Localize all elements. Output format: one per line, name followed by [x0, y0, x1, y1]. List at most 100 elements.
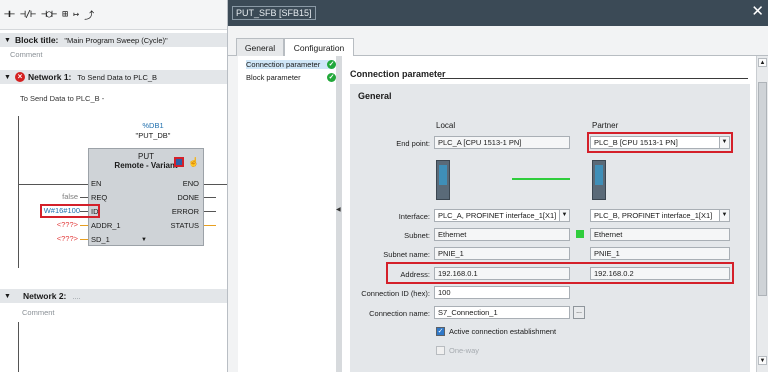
status-wire: [204, 225, 216, 226]
hand-cursor-icon: ☝: [188, 157, 200, 167]
coil-icon[interactable]: ⊣○⊢: [41, 9, 57, 20]
power-rail-2: [18, 322, 19, 372]
network1-label: Network 1:: [27, 72, 72, 82]
req-wire: [80, 197, 88, 198]
dialog-title-bar: PUT_SFB [SFB15] ✕: [228, 0, 768, 26]
close-branch-icon[interactable]: ⤴: [84, 7, 94, 22]
dropdown-arrow-icon[interactable]: ▼: [719, 210, 729, 221]
connection-link-line: [512, 178, 570, 180]
network1-comment[interactable]: To Send Data to PLC_B -: [20, 94, 104, 103]
open-branch-icon[interactable]: ↦: [73, 9, 79, 20]
db-instance-name[interactable]: "PUT_DB": [118, 131, 188, 140]
pin-sd1: SD_1: [91, 235, 110, 244]
network2-label: Network 2:: [22, 291, 67, 301]
collapse-left-icon[interactable]: ◀: [336, 206, 341, 213]
scroll-down-icon[interactable]: ▼: [758, 356, 767, 365]
network2-header[interactable]: ▼ Network 2: ....: [0, 289, 227, 303]
dropdown-arrow-icon[interactable]: ▼: [559, 210, 569, 221]
one-way-checkbox: ✓: [436, 346, 445, 355]
interface-local-value: PLC_A, PROFINET interface_1[X1]: [438, 211, 557, 220]
section-divider: [440, 78, 748, 79]
req-value[interactable]: false: [44, 192, 78, 201]
subnet-label: Subnet:: [404, 231, 430, 240]
pin-req: REQ: [91, 193, 108, 202]
connection-name-browse-button[interactable]: ...: [573, 306, 585, 319]
scroll-up-icon[interactable]: ▲: [758, 58, 767, 67]
section-title: Connection parameter: [350, 69, 446, 79]
done-wire: [204, 197, 216, 198]
tab-general[interactable]: General: [236, 38, 284, 56]
block-comment[interactable]: Comment: [10, 50, 43, 59]
connection-name-input[interactable]: S7_Connection_1: [434, 306, 570, 319]
panel-title: General: [358, 91, 392, 101]
network2-comment[interactable]: Comment: [22, 308, 55, 317]
normally-closed-contact-icon[interactable]: ⊣/⊢: [20, 9, 36, 20]
pin-addr1: ADDR_1: [91, 221, 121, 230]
block-title-value[interactable]: "Main Program Sweep (Cycle)": [64, 36, 167, 45]
network1-title[interactable]: To Send Data to PLC_B: [77, 73, 157, 82]
ladder-editor: ⊣⊢ ⊣/⊢ ⊣○⊢ ⊞ ↦ ⤴ ▼ Block title: "Main Pr…: [0, 0, 228, 372]
interface-partner-value: PLC_B, PROFINET interface_1[X1]: [594, 211, 713, 220]
error-wire: [204, 211, 216, 212]
nav-block-parameter[interactable]: Block parameter: [246, 73, 301, 82]
general-panel: General Local Partner End point: PLC_A […: [350, 84, 750, 372]
one-way-label: One-way: [449, 346, 480, 355]
connection-id-input[interactable]: 100: [434, 286, 570, 299]
active-connection-checkbox[interactable]: ✓: [436, 327, 445, 336]
column-local: Local: [436, 121, 456, 130]
interface-partner-select[interactable]: PLC_B, PROFINET interface_1[X1] ▼: [590, 209, 730, 222]
tab-configuration[interactable]: Configuration: [284, 38, 354, 57]
network1-header[interactable]: ▼ × Network 1: To Send Data to PLC_B: [0, 70, 227, 84]
pin-status: STATUS: [170, 221, 199, 230]
active-connection-label: Active connection establishment: [449, 327, 557, 336]
connection-id-label: Connection ID (hex):: [361, 289, 430, 298]
subnet-name-partner-field: PNIE_1: [590, 247, 730, 260]
nav-connection-parameter[interactable]: Connection parameter: [246, 60, 334, 69]
put-function-block[interactable]: PUT Remote - Variant ☝ EN REQ ID ADDR_1 …: [88, 148, 204, 246]
network2-title[interactable]: ....: [72, 292, 80, 301]
collapse-triangle-icon[interactable]: ▼: [4, 293, 11, 300]
config-nav: Connection parameter ✓ Block parameter ✓: [238, 56, 346, 372]
pin-done: DONE: [177, 193, 199, 202]
endpoint-local-field: PLC_A [CPU 1513-1 PN]: [434, 136, 570, 149]
subnet-name-label: Subnet name:: [383, 250, 430, 259]
collapse-triangle-icon[interactable]: ▼: [4, 37, 11, 44]
addr-value[interactable]: <???>: [44, 220, 78, 229]
box-icon[interactable]: ⊞: [62, 9, 68, 20]
id-highlight: [40, 204, 100, 218]
subnet-partner-field: Ethernet: [590, 228, 730, 241]
config-content: Connection parameter General Local Partn…: [342, 56, 756, 372]
block-title-row[interactable]: ▼ Block title: "Main Program Sweep (Cycl…: [0, 33, 227, 47]
check-icon: ✓: [327, 73, 336, 82]
subnet-local-field: Ethernet: [434, 228, 570, 241]
sd-value[interactable]: <???>: [44, 234, 78, 243]
close-icon[interactable]: ✕: [751, 4, 764, 20]
endpoint-label: End point:: [396, 139, 430, 148]
normally-open-contact-icon[interactable]: ⊣⊢: [4, 9, 15, 20]
fb-subtitle: Remote - Variant: [114, 161, 178, 170]
eno-wire: [204, 184, 227, 185]
power-rail: [18, 116, 19, 268]
dialog-title: PUT_SFB [SFB15]: [232, 6, 316, 20]
pin-error: ERROR: [171, 207, 199, 216]
fb-name: PUT: [138, 152, 154, 161]
address-highlight: [386, 262, 734, 284]
check-icon: ✓: [327, 60, 336, 69]
partner-cpu-image: [592, 160, 606, 200]
fb-header: PUT Remote - Variant: [89, 149, 203, 179]
interface-local-select[interactable]: PLC_A, PROFINET interface_1[X1] ▼: [434, 209, 570, 222]
config-start-icon[interactable]: [174, 157, 184, 167]
addr-wire: [80, 225, 88, 226]
collapse-triangle-icon[interactable]: ▼: [4, 74, 11, 81]
interface-label: Interface:: [398, 212, 430, 221]
subnet-link-icon: [576, 230, 584, 238]
column-partner: Partner: [592, 121, 619, 130]
expand-arrow-icon[interactable]: ▼: [141, 237, 147, 243]
vertical-scrollbar[interactable]: ▲ ▼: [756, 56, 768, 372]
local-cpu-image: [436, 160, 450, 200]
scroll-thumb[interactable]: [758, 82, 767, 296]
connection-name-label: Connection name:: [369, 309, 430, 318]
put-sfb-dialog: PUT_SFB [SFB15] ✕ General Configuration …: [228, 0, 768, 372]
ladder-toolbar: ⊣⊢ ⊣/⊢ ⊣○⊢ ⊞ ↦ ⤴: [0, 0, 227, 30]
partner-endpoint-highlight: [587, 132, 733, 153]
